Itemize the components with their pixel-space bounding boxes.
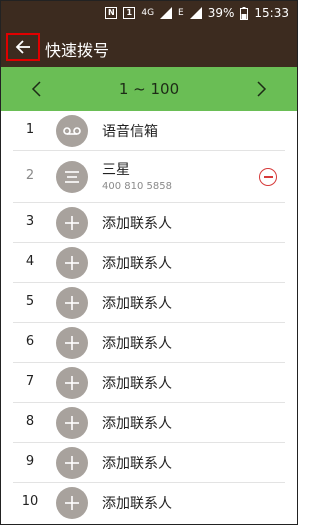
status-time: 15:33 xyxy=(254,6,289,20)
plus-icon xyxy=(56,447,88,479)
slot-number: 3 xyxy=(25,214,35,229)
plus-icon xyxy=(56,487,88,519)
slot-number: 10 xyxy=(21,494,39,509)
slot-number: 8 xyxy=(25,414,35,429)
network-type-label: 4G xyxy=(141,8,155,18)
plus-icon xyxy=(56,407,88,439)
slot-number: 2 xyxy=(25,168,35,183)
signal-icon xyxy=(160,7,173,19)
sim-icon: 1 xyxy=(123,7,136,19)
range-selector: 1 ~ 100 xyxy=(1,67,297,111)
slot-number: 6 xyxy=(25,334,35,349)
remove-button[interactable] xyxy=(259,168,277,186)
plus-icon xyxy=(56,367,88,399)
page-title: 快速拨号 xyxy=(45,41,110,60)
add-contact-label: 添加联系人 xyxy=(102,376,172,392)
slot-number: 4 xyxy=(25,254,35,269)
slot-number: 5 xyxy=(25,294,35,309)
add-contact-label: 添加联系人 xyxy=(102,296,172,312)
battery-icon xyxy=(240,6,249,20)
speed-dial-row-4[interactable]: 4 添加联系人 xyxy=(1,243,297,283)
status-bar-right: N 1 4G E 39% 15:33 xyxy=(105,6,289,20)
add-contact-label: 添加联系人 xyxy=(102,496,172,512)
speed-dial-row-5[interactable]: 5 添加联系人 xyxy=(1,283,297,323)
plus-icon xyxy=(56,327,88,359)
signal-icon-2 xyxy=(189,7,202,19)
add-contact-label: 添加联系人 xyxy=(102,216,172,232)
speed-dial-list: 1 语音信箱 2 三星 400 810 5858 3 添加联系人 4 添加联系人… xyxy=(1,111,297,523)
contact-phone: 400 810 5858 xyxy=(102,181,172,192)
app-bar: 快速拨号 xyxy=(1,27,297,67)
signal-type-label: E xyxy=(178,8,184,18)
speed-dial-row-2[interactable]: 2 三星 400 810 5858 xyxy=(1,151,297,203)
back-button[interactable] xyxy=(6,33,40,61)
speed-dial-row-8[interactable]: 8 添加联系人 xyxy=(1,403,297,443)
contact-name: 语音信箱 xyxy=(102,124,158,140)
battery-percent: 39% xyxy=(207,6,235,20)
slot-number: 9 xyxy=(25,454,35,469)
nfc-icon: N xyxy=(105,7,118,19)
speed-dial-row-7[interactable]: 7 添加联系人 xyxy=(1,363,297,403)
minus-icon xyxy=(263,176,273,178)
voicemail-icon xyxy=(56,115,88,147)
add-contact-label: 添加联系人 xyxy=(102,256,172,272)
speed-dial-row-9[interactable]: 9 添加联系人 xyxy=(1,443,297,483)
speed-dial-row-3[interactable]: 3 添加联系人 xyxy=(1,203,297,243)
add-contact-label: 添加联系人 xyxy=(102,336,172,352)
slot-number: 7 xyxy=(25,374,35,389)
plus-icon xyxy=(56,287,88,319)
slot-number: 1 xyxy=(25,122,35,137)
speed-dial-row-1[interactable]: 1 语音信箱 xyxy=(1,111,297,151)
speed-dial-row-6[interactable]: 6 添加联系人 xyxy=(1,323,297,363)
chevron-right-icon[interactable] xyxy=(251,79,271,99)
contact-avatar-icon xyxy=(56,161,88,193)
status-bar: N 1 4G E 39% 15:33 xyxy=(1,1,297,27)
plus-icon xyxy=(56,207,88,239)
screen-frame: N 1 4G E 39% 15:33 快速拨号 1 ~ 100 1 语音信箱 2… xyxy=(0,0,298,525)
add-contact-label: 添加联系人 xyxy=(102,456,172,472)
plus-icon xyxy=(56,247,88,279)
contact-name: 三星 xyxy=(102,162,130,178)
arrow-left-icon xyxy=(15,40,30,54)
speed-dial-row-10[interactable]: 10 添加联系人 xyxy=(1,483,297,523)
add-contact-label: 添加联系人 xyxy=(102,416,172,432)
